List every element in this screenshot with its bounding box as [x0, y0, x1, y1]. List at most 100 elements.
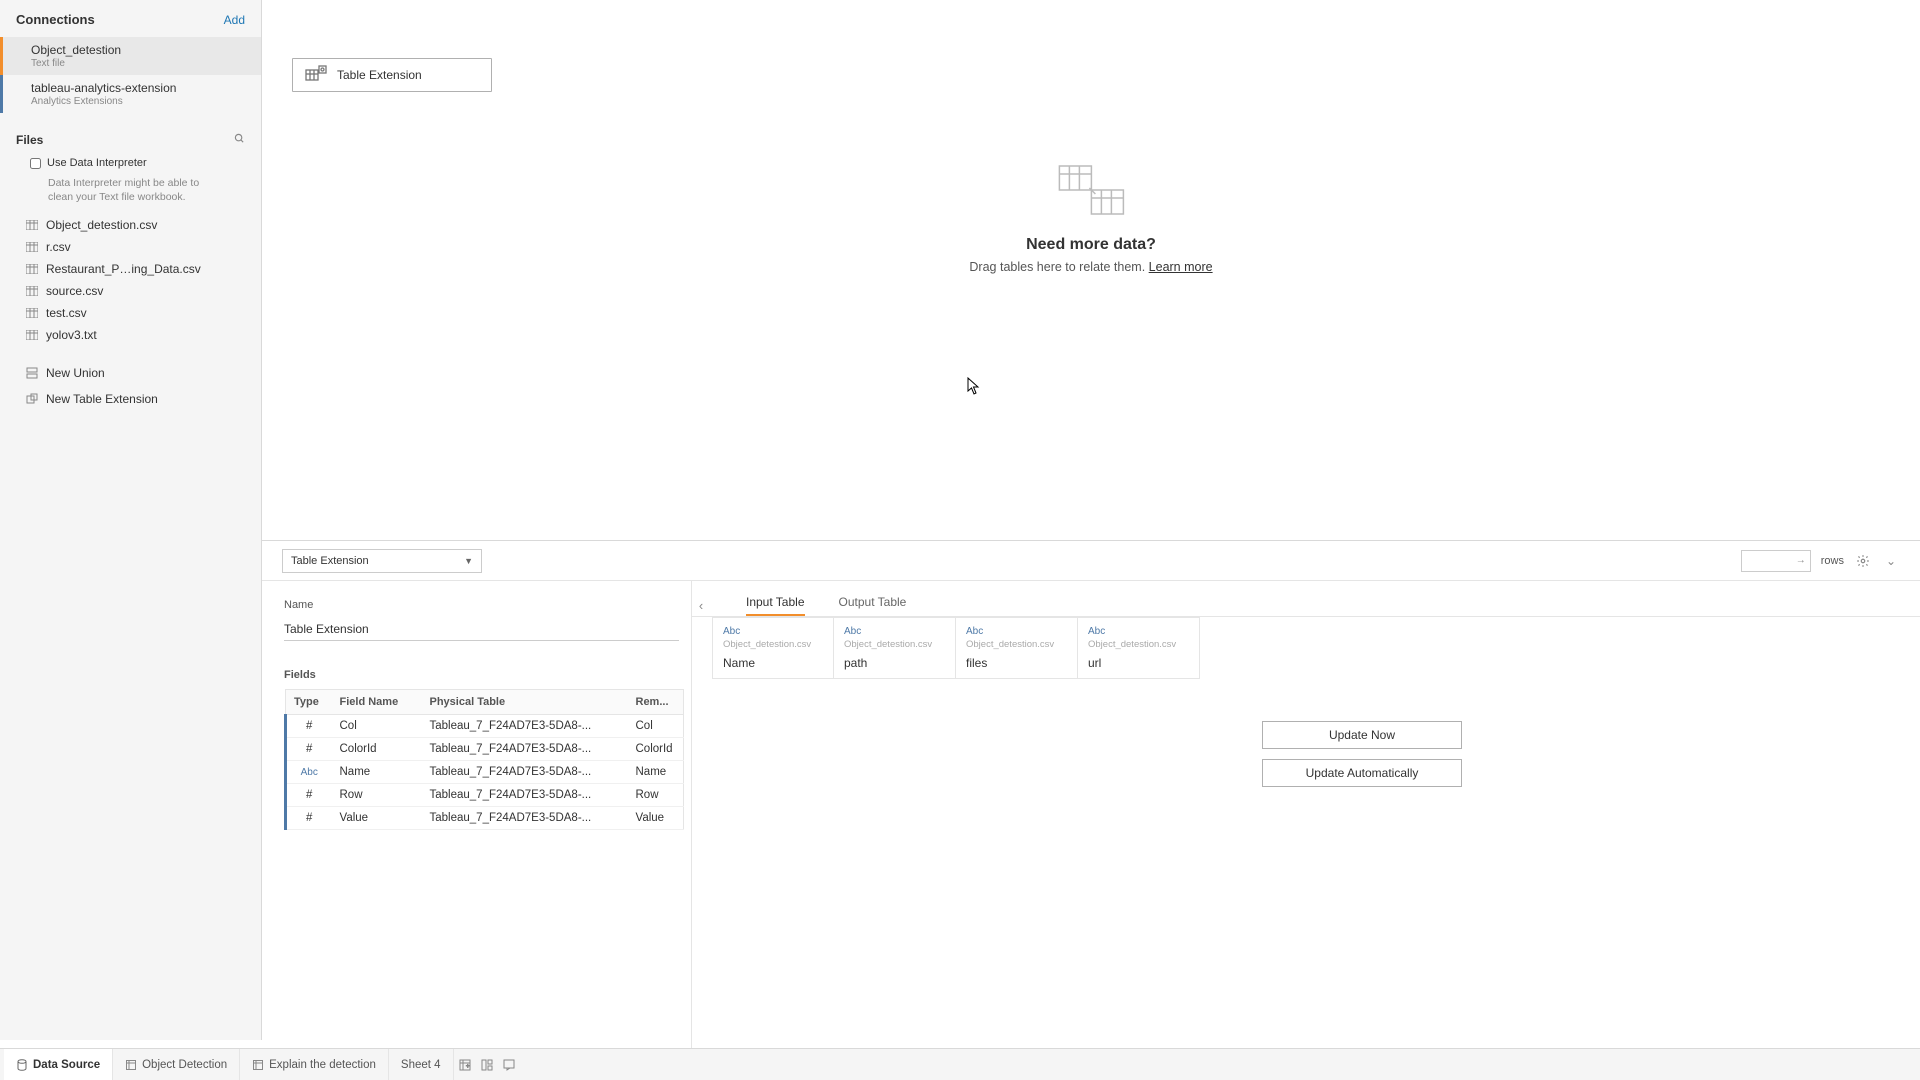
files-title: Files	[16, 133, 43, 147]
tables-icon	[1051, 160, 1131, 220]
chevron-down-icon[interactable]: ⌄	[1882, 552, 1900, 570]
rows-label: rows	[1821, 555, 1844, 567]
column-name: files	[966, 656, 1067, 670]
file-name: yolov3.txt	[46, 328, 97, 342]
new-table-ext-label: New Table Extension	[46, 392, 158, 406]
new-worksheet-icon[interactable]: +	[454, 1049, 476, 1080]
field-row[interactable]: #ValueTableau_7_F24AD7E3-5DA8-...Value	[286, 807, 684, 830]
physical-table: Tableau_7_F24AD7E3-5DA8-...	[422, 738, 628, 761]
relation-canvas[interactable]: Table Extension Need more data? Drag tab…	[262, 0, 1920, 540]
update-now-button[interactable]: Update Now	[1262, 721, 1462, 749]
connection-subtitle: Text file	[31, 58, 245, 69]
table-selector[interactable]: Table Extension ▼	[282, 549, 482, 573]
physical-table: Tableau_7_F24AD7E3-5DA8-...	[422, 807, 628, 830]
union-icon	[26, 367, 38, 379]
field-name: Value	[332, 807, 422, 830]
table-icon	[26, 242, 38, 252]
tab-output-table[interactable]: Output Table	[839, 595, 907, 616]
learn-more-link[interactable]: Learn more	[1149, 260, 1213, 274]
add-connection-link[interactable]: Add	[224, 13, 245, 27]
column-name: Name	[723, 656, 823, 670]
grid-column[interactable]: AbcObject_detestion.csvpath	[834, 617, 956, 679]
file-list: Object_detestion.csv r.csv Restaurant_P……	[0, 210, 261, 346]
tab-input-table[interactable]: Input Table	[746, 595, 805, 616]
remote-name: Row	[628, 784, 684, 807]
source-label: Object_detestion.csv	[844, 639, 945, 650]
table-icon	[26, 308, 38, 318]
worksheet-icon	[125, 1059, 137, 1071]
data-interpreter-input[interactable]	[30, 158, 41, 169]
grid-column[interactable]: AbcObject_detestion.csvurl	[1078, 617, 1200, 679]
field-row[interactable]: #ColorIdTableau_7_F24AD7E3-5DA8-...Color…	[286, 738, 684, 761]
connection-title: Object_detestion	[31, 43, 245, 57]
type-icon: Abc	[723, 626, 823, 637]
file-item[interactable]: yolov3.txt	[0, 324, 261, 346]
search-icon[interactable]	[234, 133, 245, 147]
canvas: Table Extension Need more data? Drag tab…	[262, 0, 1920, 540]
file-item[interactable]: source.csv	[0, 280, 261, 302]
rows-count-box[interactable]: →	[1741, 550, 1811, 572]
file-item[interactable]: r.csv	[0, 236, 261, 258]
field-row[interactable]: AbcNameTableau_7_F24AD7E3-5DA8-...Name	[286, 761, 684, 784]
connection-item-object-detestion[interactable]: Object_detestion Text file	[0, 37, 261, 75]
io-tabs: Input Table Output Table	[692, 581, 1920, 617]
connections-header: Connections Add	[0, 0, 261, 37]
new-union-action[interactable]: New Union	[0, 360, 261, 386]
physical-table: Tableau_7_F24AD7E3-5DA8-...	[422, 715, 628, 738]
chevron-left-icon[interactable]: ‹	[691, 595, 711, 615]
table-selector-value: Table Extension	[291, 555, 369, 567]
col-physical[interactable]: Physical Table	[422, 690, 628, 715]
tab-sheet-4[interactable]: Sheet 4	[389, 1049, 454, 1080]
new-dashboard-icon[interactable]	[476, 1049, 498, 1080]
field-name: Col	[332, 715, 422, 738]
fields-label: Fields	[284, 669, 691, 681]
fields-table: Type Field Name Physical Table Rem... #C…	[284, 689, 684, 830]
table-extension-pill[interactable]: Table Extension	[292, 58, 492, 92]
tab-explain-detection[interactable]: Explain the detection	[240, 1049, 389, 1080]
update-automatically-button[interactable]: Update Automatically	[1262, 759, 1462, 787]
name-input[interactable]	[284, 617, 679, 641]
lower-toolbar-right: → rows ⌄	[1741, 550, 1900, 572]
extension-icon	[26, 393, 38, 405]
settings-icon[interactable]	[1854, 552, 1872, 570]
grid-column[interactable]: AbcObject_detestion.csvName	[712, 617, 834, 679]
tab-object-detection[interactable]: Object Detection	[113, 1049, 240, 1080]
type-icon: Abc	[966, 626, 1067, 637]
tab-label: Data Source	[33, 1059, 100, 1071]
lower-right-panel: ‹ Input Table Output Table AbcObject_det…	[692, 581, 1920, 1048]
new-table-extension-action[interactable]: New Table Extension	[0, 386, 261, 412]
files-header: Files	[0, 113, 261, 155]
field-row[interactable]: #ColTableau_7_F24AD7E3-5DA8-...Col	[286, 715, 684, 738]
svg-text:+: +	[466, 1064, 470, 1070]
type-icon: Abc	[844, 626, 945, 637]
drag-hint-text: Drag tables here to relate them. Learn m…	[969, 260, 1212, 274]
lower-panel: Table Extension ▼ → rows ⌄ Name Fields T…	[262, 540, 1920, 1048]
tab-label: Sheet 4	[401, 1059, 441, 1071]
extension-icon	[305, 65, 327, 85]
col-type[interactable]: Type	[286, 690, 332, 715]
file-name: r.csv	[46, 240, 71, 254]
type-icon: #	[286, 715, 332, 738]
chevron-down-icon: ▼	[464, 556, 473, 566]
file-item[interactable]: test.csv	[0, 302, 261, 324]
bottom-tabs: Data Source Object Detection Explain the…	[0, 1048, 1920, 1080]
data-interpreter-checkbox[interactable]: Use Data Interpreter	[30, 157, 147, 169]
col-field-name[interactable]: Field Name	[332, 690, 422, 715]
data-interpreter-desc: Data Interpreter might be able to clean …	[30, 176, 220, 204]
tab-label: Object Detection	[142, 1059, 227, 1071]
file-item[interactable]: Object_detestion.csv	[0, 214, 261, 236]
cursor-icon	[967, 377, 981, 399]
type-icon: #	[286, 738, 332, 761]
field-row[interactable]: #RowTableau_7_F24AD7E3-5DA8-...Row	[286, 784, 684, 807]
connection-item-analytics-ext[interactable]: tableau-analytics-extension Analytics Ex…	[0, 75, 261, 113]
lower-toolbar: Table Extension ▼ → rows ⌄	[262, 541, 1920, 581]
file-item[interactable]: Restaurant_P…ing_Data.csv	[0, 258, 261, 280]
remote-name: Col	[628, 715, 684, 738]
remote-name: ColorId	[628, 738, 684, 761]
col-remote[interactable]: Rem...	[628, 690, 684, 715]
column-name: url	[1088, 656, 1189, 670]
table-icon	[26, 220, 38, 230]
new-story-icon[interactable]	[498, 1049, 520, 1080]
grid-column[interactable]: AbcObject_detestion.csvfiles	[956, 617, 1078, 679]
tab-data-source[interactable]: Data Source	[4, 1049, 113, 1080]
